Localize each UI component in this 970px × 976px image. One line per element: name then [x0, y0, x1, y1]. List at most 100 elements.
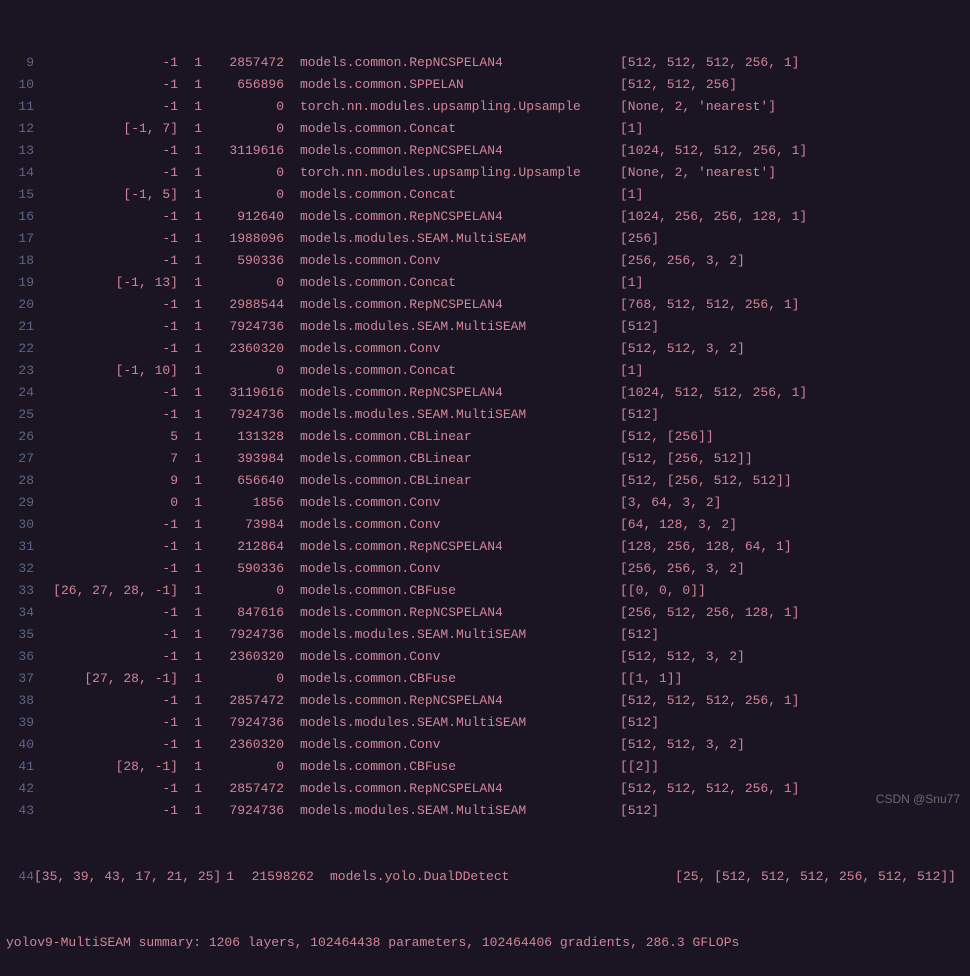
col-args: [128, 256, 128, 64, 1]	[584, 536, 944, 558]
col-params: 73984	[202, 514, 284, 536]
col-args: [512]	[584, 404, 944, 426]
row-number: 44	[4, 866, 34, 888]
row-number: 23	[4, 360, 34, 382]
row-number: 27	[4, 448, 34, 470]
col-n: 1	[178, 712, 202, 734]
row-number: 40	[4, 734, 34, 756]
row-number: 20	[4, 294, 34, 316]
col-module: models.modules.SEAM.MultiSEAM	[284, 624, 584, 646]
col-args: [512, 512, 3, 2]	[584, 646, 944, 668]
col-module: models.common.Conv	[284, 646, 584, 668]
col-from: -1	[34, 162, 178, 184]
col-from: -1	[34, 800, 178, 822]
layer-row: 17-111988096models.modules.SEAM.MultiSEA…	[4, 228, 966, 250]
col-from: 7	[34, 448, 178, 470]
col-module: models.common.Conv	[284, 338, 584, 360]
layer-row: 2651131328models.common.CBLinear[512, [2…	[4, 426, 966, 448]
col-module: models.common.CBLinear	[284, 470, 584, 492]
col-module: models.modules.SEAM.MultiSEAM	[284, 404, 584, 426]
col-n: 1	[178, 338, 202, 360]
col-from: -1	[34, 338, 178, 360]
col-args: [512, 512, 512, 256, 1]	[584, 52, 944, 74]
layer-row: 24-113119616models.common.RepNCSPELAN4[1…	[4, 382, 966, 404]
col-params: 7924736	[202, 404, 284, 426]
layer-row: 15[-1, 5]10models.common.Concat[1]	[4, 184, 966, 206]
col-args: [3, 64, 3, 2]	[584, 492, 944, 514]
col-params: 0	[202, 162, 284, 184]
col-from: [-1, 10]	[34, 360, 178, 382]
col-n: 1	[178, 360, 202, 382]
col-module: models.common.Concat	[284, 272, 584, 294]
col-module: models.common.Concat	[284, 184, 584, 206]
layer-row: 18-11590336models.common.Conv[256, 256, …	[4, 250, 966, 272]
col-from: -1	[34, 96, 178, 118]
col-args: [[1, 1]]	[584, 668, 944, 690]
row-number: 22	[4, 338, 34, 360]
col-args: [None, 2, 'nearest']	[584, 96, 944, 118]
col-n: 1	[178, 756, 202, 778]
col-params: 131328	[202, 426, 284, 448]
layer-row: 22-112360320models.common.Conv[512, 512,…	[4, 338, 966, 360]
layer-row: 37[27, 28, -1]10models.common.CBFuse[[1,…	[4, 668, 966, 690]
layer-row: 29011856models.common.Conv[3, 64, 3, 2]	[4, 492, 966, 514]
col-n: 1	[178, 118, 202, 140]
row-number: 18	[4, 250, 34, 272]
col-module: models.common.SPPELAN	[284, 74, 584, 96]
col-args: [1024, 512, 512, 256, 1]	[584, 140, 944, 162]
col-n: 1	[178, 382, 202, 404]
col-args: [512, 512, 256]	[584, 74, 944, 96]
col-module: models.common.Conv	[284, 514, 584, 536]
col-params: 2988544	[202, 294, 284, 316]
layer-row: 32-11590336models.common.Conv[256, 256, …	[4, 558, 966, 580]
row-number: 11	[4, 96, 34, 118]
col-args: [256, 256, 3, 2]	[584, 558, 944, 580]
col-params: 2857472	[202, 52, 284, 74]
terminal-output: 9-112857472models.common.RepNCSPELAN4[51…	[4, 8, 966, 976]
layer-row: 13-113119616models.common.RepNCSPELAN4[1…	[4, 140, 966, 162]
layer-row: 9-112857472models.common.RepNCSPELAN4[51…	[4, 52, 966, 74]
row-number: 25	[4, 404, 34, 426]
col-module: models.common.RepNCSPELAN4	[284, 690, 584, 712]
col-params: 590336	[202, 250, 284, 272]
layer-row: 25-117924736models.modules.SEAM.MultiSEA…	[4, 404, 966, 426]
col-params: 3119616	[202, 140, 284, 162]
col-params: 912640	[202, 206, 284, 228]
col-params: 0	[202, 668, 284, 690]
col-from: -1	[34, 624, 178, 646]
col-n: 1	[178, 140, 202, 162]
col-params: 0	[202, 580, 284, 602]
layer-rows: 9-112857472models.common.RepNCSPELAN4[51…	[4, 52, 966, 822]
col-module: models.common.RepNCSPELAN4	[284, 382, 584, 404]
col-from: -1	[34, 250, 178, 272]
col-args: [1024, 256, 256, 128, 1]	[584, 206, 944, 228]
col-params: 393984	[202, 448, 284, 470]
col-module: models.common.RepNCSPELAN4	[284, 140, 584, 162]
row-number: 24	[4, 382, 34, 404]
row-number: 36	[4, 646, 34, 668]
row-number: 43	[4, 800, 34, 822]
col-module: models.common.RepNCSPELAN4	[284, 536, 584, 558]
col-n: 1	[178, 162, 202, 184]
col-params: 7924736	[202, 624, 284, 646]
col-from: -1	[34, 712, 178, 734]
col-module: models.common.Conv	[284, 558, 584, 580]
col-args: [1]	[584, 360, 944, 382]
final-layer-row: 44[35, 39, 43, 17, 21, 25]121598262model…	[4, 866, 966, 888]
col-params: 7924736	[202, 712, 284, 734]
row-number: 30	[4, 514, 34, 536]
col-module: models.modules.SEAM.MultiSEAM	[284, 316, 584, 338]
row-number: 31	[4, 536, 34, 558]
col-params: 21598262	[234, 866, 314, 888]
col-params: 590336	[202, 558, 284, 580]
layer-row: 31-11212864models.common.RepNCSPELAN4[12…	[4, 536, 966, 558]
col-from: -1	[34, 140, 178, 162]
col-params: 847616	[202, 602, 284, 624]
layer-row: 34-11847616models.common.RepNCSPELAN4[25…	[4, 602, 966, 624]
col-n: 1	[178, 272, 202, 294]
col-from: -1	[34, 778, 178, 800]
row-number: 42	[4, 778, 34, 800]
col-from: -1	[34, 690, 178, 712]
row-number: 19	[4, 272, 34, 294]
col-args: [512]	[584, 712, 944, 734]
col-from: 5	[34, 426, 178, 448]
